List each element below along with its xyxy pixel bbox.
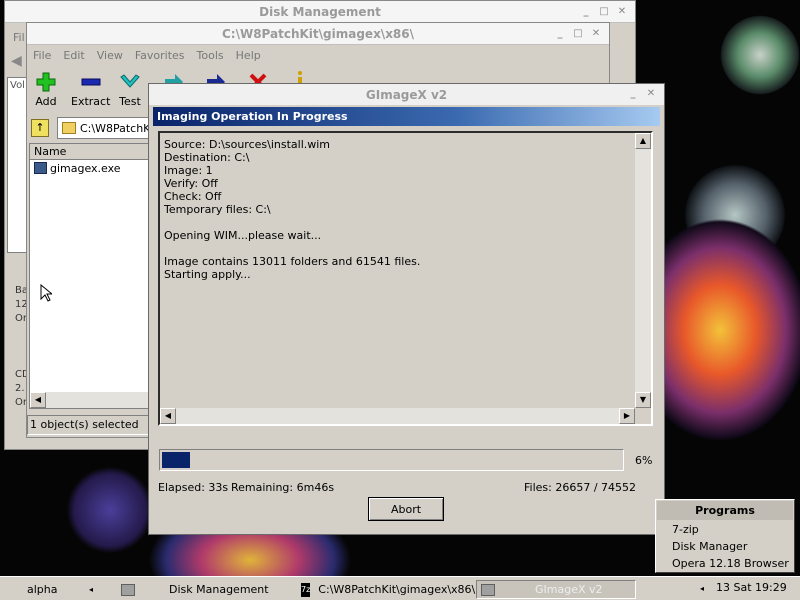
maximize-icon[interactable]: □ (571, 27, 585, 40)
minimize-icon[interactable]: _ (579, 5, 593, 18)
scroll-right-icon[interactable]: ▶ (619, 408, 635, 424)
files-count: Files: 26657 / 74552 (524, 481, 637, 494)
program-disk-manager[interactable]: Disk Manager (656, 538, 794, 555)
menu-file[interactable]: File (33, 49, 51, 62)
minimize-icon[interactable]: _ (626, 87, 640, 100)
close-icon[interactable]: ✕ (644, 87, 658, 100)
explorer-statusbar: 1 object(s) selected (27, 415, 157, 435)
tray-clock[interactable]: ◂ 13 Sat 19:29 (700, 581, 787, 597)
log-line: Verify: Off (164, 177, 218, 190)
scroll-left-icon[interactable]: ◀ (160, 408, 176, 424)
log-line: Image: 1 (164, 164, 213, 177)
folder-icon (62, 122, 76, 134)
name-column-label: Name (34, 145, 67, 158)
test-label: Test (119, 95, 141, 108)
window-icon (121, 583, 135, 596)
disk-management-title: Disk Management (259, 4, 381, 19)
task-disk-management[interactable]: Disk Management (116, 580, 288, 599)
window-icon (481, 583, 495, 596)
extract-label: Extract (71, 95, 111, 108)
tray-arrow-icon: ◂ (700, 584, 705, 593)
desktop-background: Disk Management _ □ ✕ Fil ◀ Vol Ba 12 On… (0, 0, 800, 576)
start-label: alpha (27, 583, 58, 596)
disk-management-titlebar[interactable]: Disk Management _ □ ✕ (5, 1, 635, 23)
programs-header: Programs (657, 501, 793, 520)
remaining-time: Remaining: 6m46s (231, 481, 335, 494)
maximize-icon[interactable]: □ (597, 5, 611, 18)
add-button[interactable]: Add (35, 71, 57, 108)
cdrom-size: 2. (15, 383, 25, 394)
program-7zip[interactable]: 7-zip (656, 521, 794, 538)
menu-tools[interactable]: Tools (197, 49, 224, 62)
explorer-title: C:\W8PatchKit\gimagex\x86\ (221, 26, 415, 41)
status-text: 1 object(s) selected (30, 418, 139, 431)
extract-button[interactable]: Extract (71, 71, 110, 108)
add-label: Add (35, 95, 57, 108)
scroll-down-icon[interactable]: ▼ (635, 392, 651, 408)
log-vertical-scrollbar[interactable]: ▲ ▼ (635, 133, 651, 408)
operation-log[interactable]: Source: D:\sources\install.wim Destinati… (158, 131, 653, 426)
program-opera[interactable]: Opera 12.18 Browser (656, 555, 794, 572)
task-label: C:\W8PatchKit\gimagex\x86\ (318, 583, 476, 596)
close-icon[interactable]: ✕ (589, 27, 603, 40)
task-label: GImageX v2 (535, 583, 603, 596)
log-line: Temporary files: C:\ (164, 203, 271, 216)
log-line: Image contains 13011 folders and 61541 f… (164, 255, 421, 268)
7zip-icon: 7z (301, 582, 311, 597)
volume-list: Vol (7, 77, 27, 253)
log-line: Starting apply... (164, 268, 251, 281)
progress-bar (159, 449, 624, 471)
extract-icon (81, 78, 101, 86)
left-arrow-icon: ◂ (89, 585, 94, 594)
test-button[interactable]: Test (119, 71, 141, 108)
minimize-icon[interactable]: _ (553, 27, 567, 40)
log-line: Source: D:\sources\install.wim (164, 138, 331, 151)
task-gimagex[interactable]: GImageX v2 (476, 580, 636, 599)
elapsed-time: Elapsed: 33s (158, 481, 229, 494)
start-button[interactable]: alpha ◂ (2, 580, 110, 599)
up-folder-icon[interactable]: ↑ (31, 119, 49, 137)
log-horizontal-scrollbar[interactable]: ◀ ▶ (160, 408, 635, 424)
abort-button[interactable]: Abort (368, 497, 444, 521)
explorer-titlebar[interactable]: C:\W8PatchKit\gimagex\x86\ _ □ ✕ (27, 23, 609, 45)
task-explorer[interactable]: 7z C:\W8PatchKit\gimagex\x86\ (296, 580, 476, 599)
clock-text: 13 Sat 19:29 (716, 581, 787, 594)
menu-help[interactable]: Help (236, 49, 261, 62)
scroll-up-icon[interactable]: ▲ (635, 133, 651, 149)
progress-percent: 6% (635, 454, 653, 467)
log-line: Opening WIM...please wait... (164, 229, 322, 242)
address-text: C:\W8PatchKi (80, 121, 154, 135)
disk-map: Ba 12 On CD 2. On (7, 263, 30, 423)
file-name: gimagex.exe (50, 161, 121, 175)
close-icon[interactable]: ✕ (615, 5, 629, 18)
dialog-title: GImageX v2 (365, 87, 448, 102)
dialog-titlebar[interactable]: GImageX v2 _ ✕ (149, 84, 664, 105)
gimagex-dialog[interactable]: GImageX v2 _ ✕ Imaging Operation In Prog… (148, 83, 665, 535)
progress-fill (162, 452, 190, 468)
menu-edit[interactable]: Edit (63, 49, 84, 62)
volume-header: Vol (10, 80, 25, 91)
taskbar: alpha ◂ Disk Management 7z C:\W8PatchKit… (0, 576, 800, 600)
mouse-cursor-icon (40, 284, 52, 302)
operation-caption: Imaging Operation In Progress (153, 107, 660, 126)
log-line: Destination: C:\ (164, 151, 250, 164)
menu-view[interactable]: View (97, 49, 123, 62)
task-label: Disk Management (169, 583, 269, 596)
add-icon (36, 72, 56, 92)
back-arrow-icon[interactable]: ◀ (11, 53, 22, 69)
explorer-menubar: File Edit View Favorites Tools Help (27, 45, 609, 65)
scroll-left-icon[interactable]: ◀ (30, 392, 46, 408)
disk-menu-file[interactable]: Fil (13, 31, 25, 44)
test-icon (120, 74, 140, 88)
menu-favorites[interactable]: Favorites (135, 49, 185, 62)
programs-menu: Programs 7-zip Disk Manager Opera 12.18 … (655, 499, 795, 573)
exe-file-icon (34, 162, 47, 174)
log-line: Check: Off (164, 190, 222, 203)
